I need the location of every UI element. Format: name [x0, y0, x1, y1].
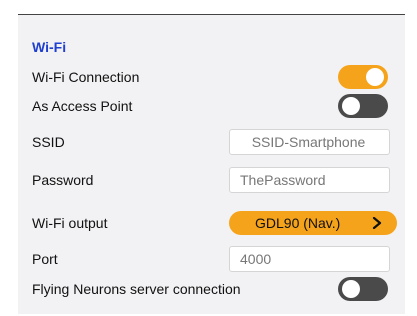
toggle-knob	[342, 280, 360, 298]
port-label: Port	[32, 251, 58, 267]
password-field[interactable]	[229, 167, 390, 193]
access-point-label: As Access Point	[32, 98, 133, 114]
wifi-output-value: GDL90 (Nav.)	[255, 215, 341, 231]
wifi-settings-panel: Wi-Fi Wi-Fi Connection As Access Point S…	[18, 14, 405, 314]
toggle-knob	[342, 97, 360, 115]
flying-neurons-label: Flying Neurons server connection	[32, 281, 241, 297]
section-title-wifi: Wi-Fi	[32, 39, 67, 55]
wifi-connection-label: Wi-Fi Connection	[32, 69, 140, 85]
toggle-knob	[366, 68, 384, 86]
wifi-output-select[interactable]: GDL90 (Nav.)	[229, 211, 397, 235]
wifi-connection-toggle[interactable]	[338, 65, 388, 89]
port-field[interactable]	[229, 246, 390, 272]
password-label: Password	[32, 172, 94, 188]
wifi-output-label: Wi-Fi output	[32, 215, 108, 231]
ssid-field[interactable]	[229, 129, 390, 155]
access-point-toggle[interactable]	[338, 94, 388, 118]
flying-neurons-toggle[interactable]	[338, 277, 388, 301]
ssid-label: SSID	[32, 134, 65, 150]
chevron-right-icon	[372, 217, 382, 229]
